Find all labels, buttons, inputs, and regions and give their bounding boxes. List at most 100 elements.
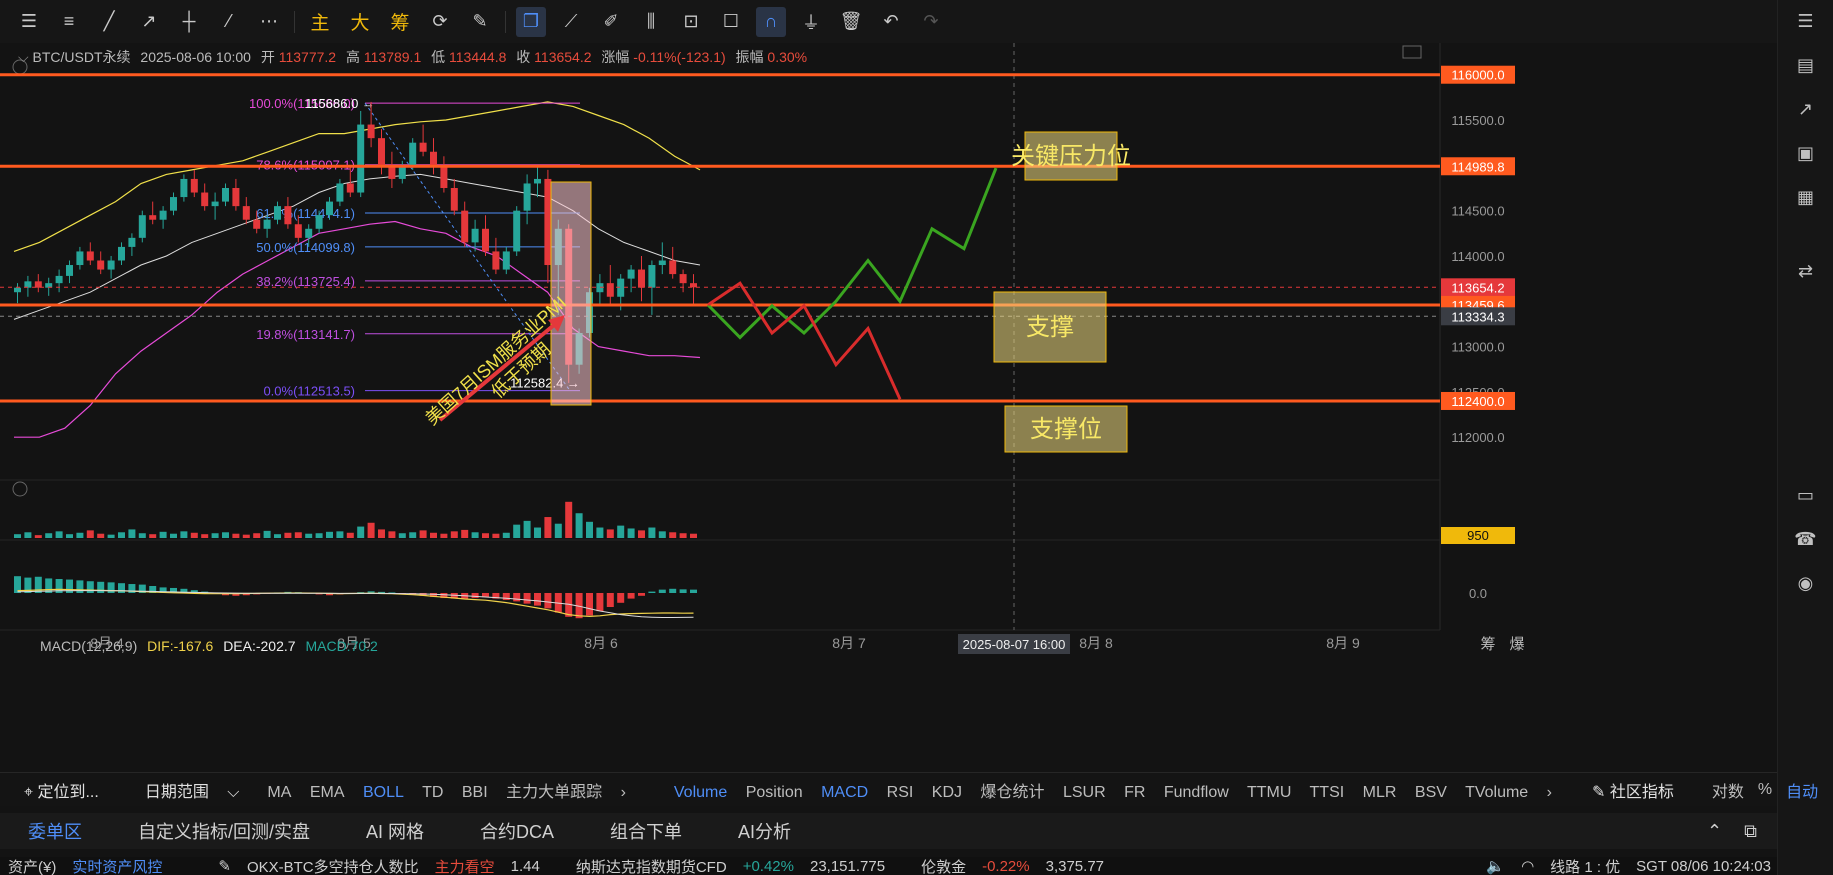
candle-body	[482, 228, 489, 252]
indicator-lsur[interactable]: LSUR	[1063, 784, 1106, 801]
indicator-liquidation[interactable]: 爆仓统计	[980, 784, 1044, 801]
grid-icon[interactable]: ▦	[1791, 182, 1821, 212]
indicator-mlr[interactable]: MLR	[1363, 784, 1397, 801]
ray-icon[interactable]: ↗	[134, 7, 164, 37]
volume-bar	[679, 533, 687, 538]
asset-label[interactable]: 资产(¥)	[8, 857, 56, 875]
indicator-fundflow[interactable]: Fundflow	[1164, 784, 1229, 801]
indicator-rsi[interactable]: RSI	[887, 784, 914, 801]
popout-icon[interactable]: ⧉	[1744, 821, 1757, 842]
volume-bar	[450, 531, 458, 538]
candle-icon[interactable]: ⫼	[636, 7, 666, 37]
candle-body	[419, 142, 427, 152]
community-indicator-button[interactable]: ✎ 社区指标	[1592, 778, 1688, 802]
main-indicator-button[interactable]: 主	[305, 8, 335, 35]
volume-bar	[66, 534, 73, 538]
copy-icon[interactable]: ❐	[516, 6, 546, 37]
indicator-tvolume[interactable]: TVolume	[1465, 784, 1528, 801]
symbol-name[interactable]: BTC/USDT永续	[33, 49, 131, 65]
indicator-ttmu[interactable]: TTMU	[1247, 784, 1291, 801]
indicator-fr[interactable]: FR	[1124, 784, 1145, 801]
note-icon[interactable]: ☐	[716, 7, 746, 37]
depth-icon[interactable]: ▤	[1791, 50, 1821, 80]
bar-datetime: 2025-08-06 10:00	[140, 49, 251, 65]
candle-body	[118, 246, 125, 261]
orderbook-icon[interactable]: ☰	[1791, 6, 1821, 36]
support-icon[interactable]: ☎	[1791, 524, 1821, 554]
lock-icon[interactable]: ⊡	[676, 7, 706, 37]
candle-body	[242, 206, 250, 220]
indicator-position[interactable]: Position	[746, 784, 803, 801]
price-tag-label: 113334.3	[1451, 309, 1504, 324]
pencil-icon[interactable]: ✎	[465, 7, 495, 37]
line-status[interactable]: 线路 1 : 优	[1550, 857, 1620, 875]
layout-icon[interactable]: ▭	[1791, 480, 1821, 510]
locate-button[interactable]: ⌖ 定位到...	[24, 778, 113, 802]
risk-control-link[interactable]: 实时资产风控	[72, 857, 162, 875]
candle-body	[34, 281, 42, 288]
edit-icon[interactable]: ✎	[218, 857, 231, 875]
percent-toggle[interactable]: %	[1758, 781, 1772, 799]
indicator-kdj[interactable]: KDJ	[932, 784, 962, 801]
brush-icon[interactable]: ✐	[596, 7, 626, 37]
auto-scale-toggle[interactable]: 自动	[1786, 778, 1818, 802]
filter-icon[interactable]: ⏚	[796, 7, 826, 37]
redo-icon[interactable]: ↷	[916, 7, 946, 37]
tab-ai-grid[interactable]: AI 网格	[366, 818, 424, 844]
ai-bot-icon[interactable]: ◉	[1791, 568, 1821, 598]
monitor-icon[interactable]: ▣	[1791, 138, 1821, 168]
indicator-td[interactable]: TD	[422, 784, 443, 801]
candle-body	[450, 188, 458, 211]
tab-combo-order[interactable]: 组合下单	[610, 818, 682, 844]
trend-line-icon[interactable]: ╱	[94, 7, 124, 37]
more-icon[interactable]: ⋯	[254, 7, 284, 37]
candle-body	[367, 124, 375, 139]
tab-ai-analysis[interactable]: AI分析	[738, 818, 791, 844]
swap-icon[interactable]: ⇄	[1791, 256, 1821, 286]
compare-icon[interactable]: ⟳	[425, 7, 455, 37]
log-scale-toggle[interactable]: 对数	[1712, 778, 1744, 802]
ruler-icon[interactable]: ⟋	[556, 7, 586, 37]
indicator-volume[interactable]: Volume	[674, 784, 727, 801]
macd-histogram-bar	[638, 593, 645, 596]
indicator-boll[interactable]: BOLL	[363, 784, 404, 801]
trend-icon[interactable]: ↗	[1791, 94, 1821, 124]
tab-custom-indicator[interactable]: 自定义指标/回测/实盘	[138, 818, 310, 844]
volume-bar	[482, 533, 489, 538]
volume-bar	[378, 529, 385, 538]
chevron-right-icon[interactable]: ›	[1547, 784, 1552, 801]
macd-histogram-bar	[544, 593, 552, 609]
collapse-up-icon[interactable]: ⌃	[1707, 821, 1722, 842]
tab-contract-dca[interactable]: 合约DCA	[480, 818, 554, 844]
trash-icon[interactable]: 🗑	[836, 7, 866, 37]
macd-name[interactable]: MACD(12,26,9)	[40, 638, 137, 654]
indicator-macd[interactable]: MACD	[821, 784, 868, 801]
indicator-ma[interactable]: MA	[267, 784, 291, 801]
indicator-big-order[interactable]: 主力大单跟踪	[506, 784, 602, 801]
indicator-ema[interactable]: EMA	[310, 784, 345, 801]
wifi-icon: ◠	[1521, 858, 1535, 875]
price-chart[interactable]: 100.0%(115686.0)78.6%(115007.1)61.8%(114…	[0, 43, 1777, 772]
horizontal-line-icon[interactable]: ┼	[174, 7, 204, 37]
tab-orders[interactable]: 委单区	[28, 818, 82, 844]
undo-icon[interactable]: ↶	[876, 7, 906, 37]
indicator-list-icon[interactable]: ≡	[54, 7, 84, 37]
candle-body	[544, 178, 552, 266]
candle-body	[211, 201, 219, 207]
collapse-icon[interactable]: ⌵	[18, 49, 33, 65]
indicator-ttsi[interactable]: TTSI	[1310, 784, 1345, 801]
big-order-button[interactable]: 大	[345, 8, 375, 35]
indicator-bsv[interactable]: BSV	[1415, 784, 1447, 801]
sound-icon[interactable]: 🔈	[1486, 857, 1505, 875]
chevron-right-icon[interactable]: ›	[621, 784, 626, 801]
macd-histogram-bar	[658, 589, 666, 593]
price-tick-label: 114000.0	[1451, 249, 1504, 264]
indicator-bbi[interactable]: BBI	[462, 784, 488, 801]
fib-icon[interactable]: ⁄	[214, 7, 244, 37]
date-range-button[interactable]: 日期范围 ⌵	[145, 778, 240, 802]
magnet-icon[interactable]: ∩	[756, 6, 786, 37]
chip-button[interactable]: 筹	[385, 8, 415, 35]
volume-bar	[627, 528, 635, 538]
ratio-tag: 主力看空	[434, 858, 495, 875]
menu-icon[interactable]: ☰	[14, 7, 44, 37]
